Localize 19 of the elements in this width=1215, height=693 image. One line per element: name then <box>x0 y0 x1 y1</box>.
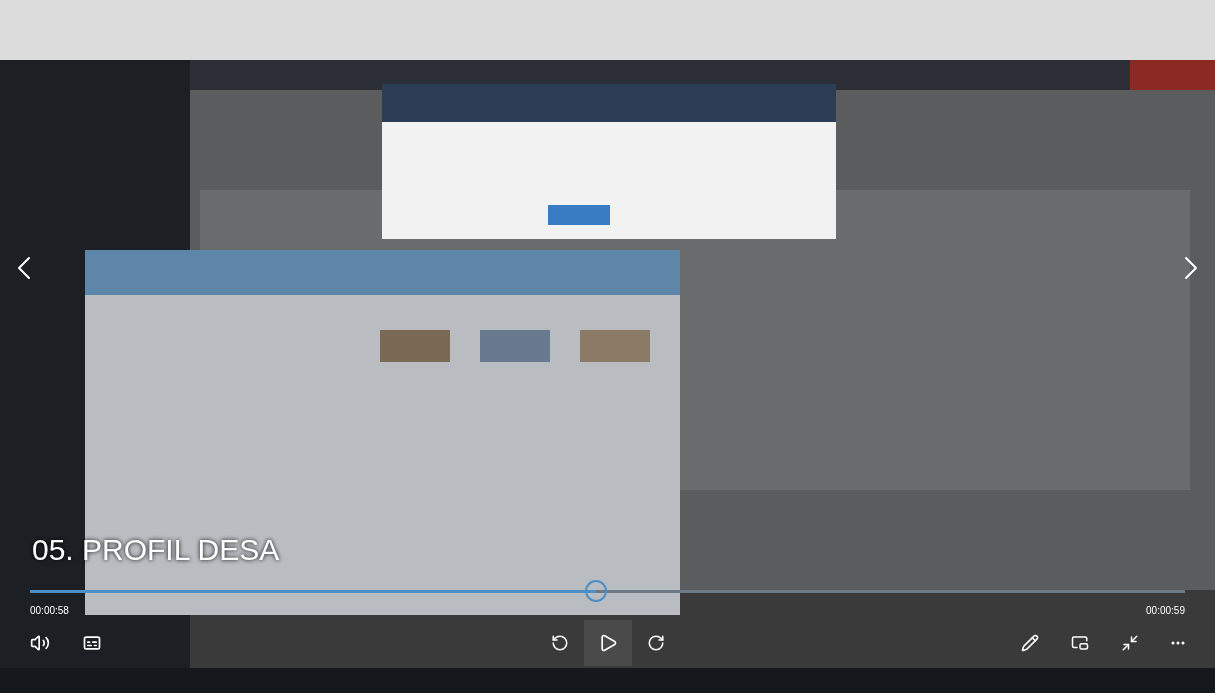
volume-button[interactable] <box>30 633 50 653</box>
captions-button[interactable] <box>82 633 102 653</box>
pencil-icon <box>1021 634 1039 652</box>
rewind-icon <box>550 634 569 652</box>
total-time: 00:00:59 <box>1146 604 1185 618</box>
mini-view-icon <box>1071 634 1089 652</box>
captions-icon <box>82 633 102 653</box>
elapsed-time: 00:00:58 <box>30 604 69 618</box>
exit-fullscreen-button[interactable] <box>1121 634 1139 652</box>
progress-thumb[interactable] <box>584 580 607 602</box>
pencil-button[interactable] <box>1021 634 1039 652</box>
more-icon <box>1171 641 1185 645</box>
mini-view-button[interactable] <box>1071 634 1089 652</box>
forward-icon <box>646 634 665 652</box>
play-button[interactable] <box>583 620 632 666</box>
progress-track[interactable] <box>30 589 1185 593</box>
more-button[interactable] <box>1171 641 1185 645</box>
shrink-icon <box>1121 634 1139 652</box>
speaker-icon <box>30 633 50 653</box>
